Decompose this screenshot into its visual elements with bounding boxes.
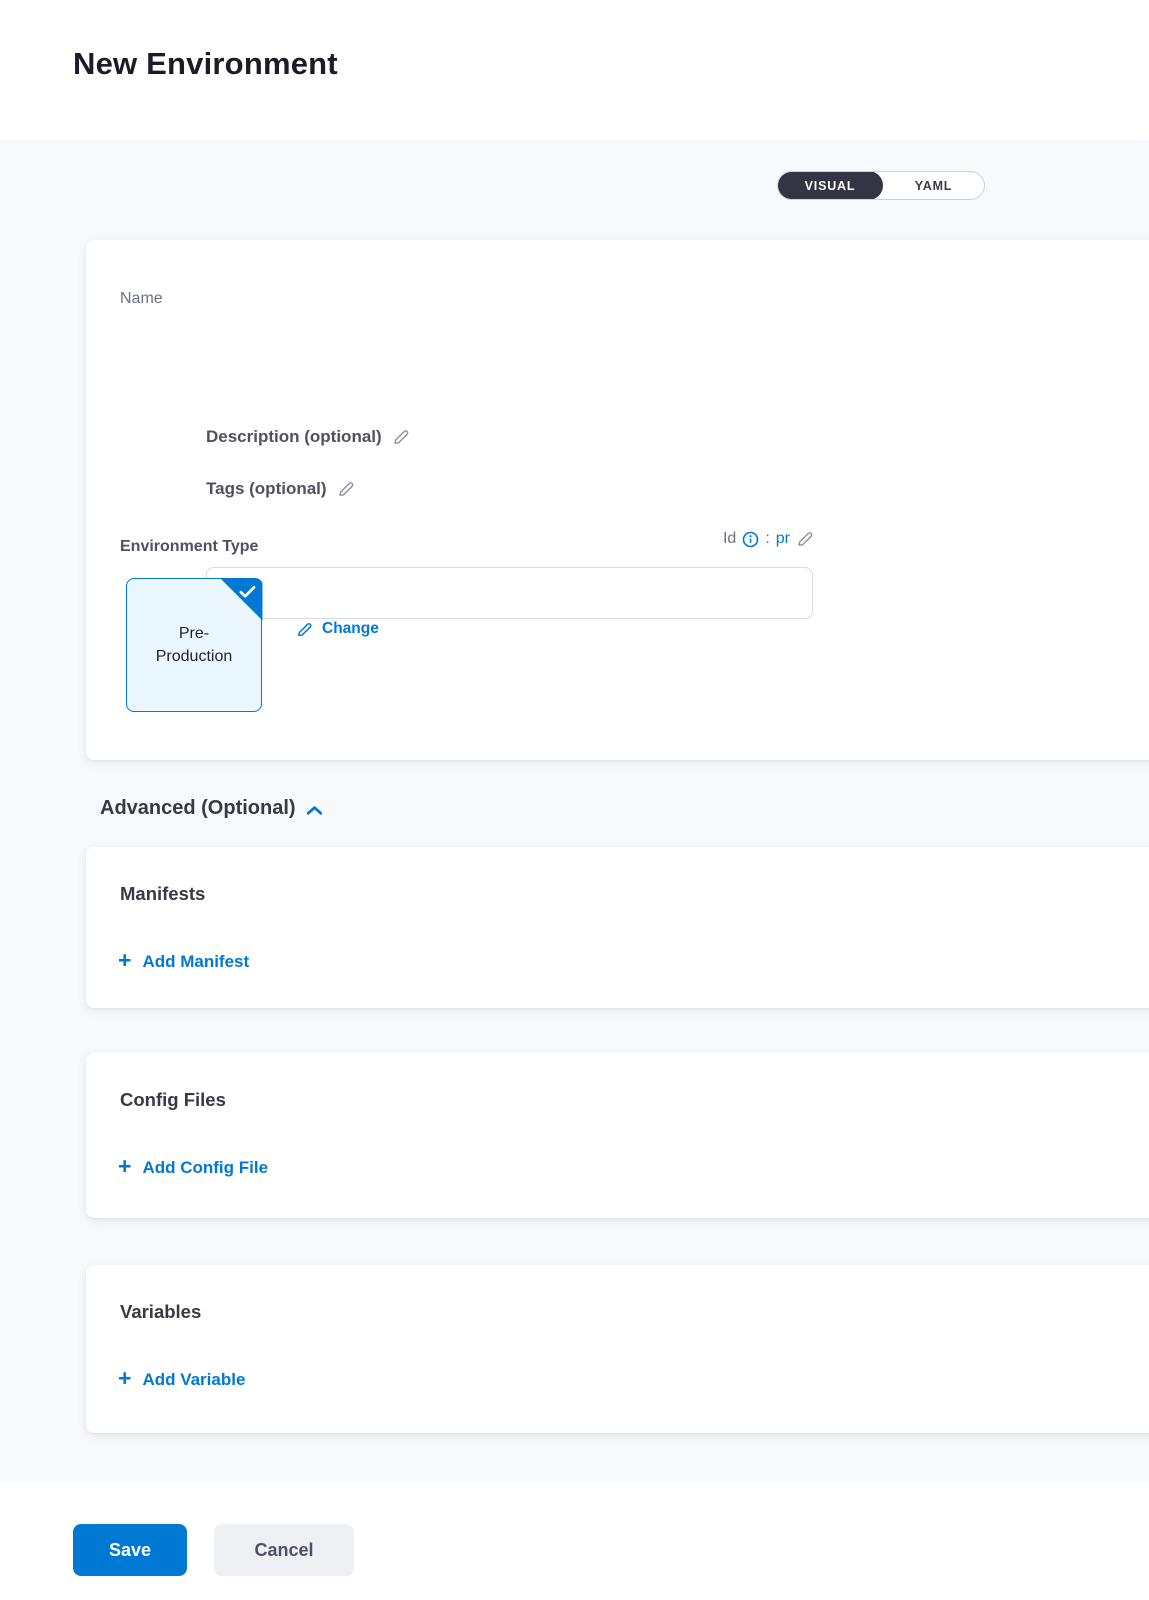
tags-label: Tags (optional) — [206, 479, 327, 499]
edit-description-pencil-icon[interactable] — [392, 428, 410, 446]
config-files-title: Config Files — [120, 1089, 226, 1111]
description-toggle[interactable]: Description (optional) — [206, 427, 410, 447]
toggle-visual[interactable]: VISUAL — [777, 171, 883, 200]
id-value: pr — [776, 530, 790, 548]
variables-title: Variables — [120, 1301, 201, 1323]
environment-type-value: Pre-Production — [127, 622, 261, 668]
add-variable-label: Add Variable — [142, 1370, 245, 1390]
advanced-optional-label: Advanced (Optional) — [100, 797, 296, 820]
id-row: Id : pr — [516, 528, 814, 550]
info-icon[interactable] — [742, 531, 759, 548]
plus-icon: + — [118, 949, 131, 972]
description-label: Description (optional) — [206, 427, 382, 447]
add-manifest-button[interactable]: + Add Manifest — [118, 951, 249, 972]
environment-form-card: Name Id : pr Description (optional) — [86, 240, 1149, 760]
name-input[interactable] — [206, 567, 813, 619]
toggle-yaml[interactable]: YAML — [883, 172, 984, 199]
save-button[interactable]: Save — [73, 1524, 187, 1576]
add-manifest-label: Add Manifest — [142, 952, 249, 972]
cancel-button[interactable]: Cancel — [214, 1524, 354, 1576]
new-environment-page: New Environment VISUAL YAML Name Id : pr — [0, 0, 1149, 1600]
check-icon — [239, 585, 256, 599]
manifests-card: Manifests + Add Manifest — [86, 847, 1149, 1008]
add-config-file-button[interactable]: + Add Config File — [118, 1157, 268, 1178]
chevron-up-icon — [307, 806, 322, 815]
plus-icon: + — [118, 1155, 131, 1178]
advanced-optional-toggle[interactable]: Advanced (Optional) — [100, 797, 322, 820]
id-prefix-label: Id — [723, 530, 736, 548]
edit-tags-pencil-icon[interactable] — [337, 480, 355, 498]
change-environment-type-link[interactable]: Change — [296, 620, 379, 638]
change-link-label: Change — [322, 620, 379, 638]
change-pencil-icon — [296, 621, 313, 638]
name-label: Name — [120, 290, 163, 308]
edit-id-pencil-icon[interactable] — [796, 530, 814, 548]
add-config-file-label: Add Config File — [142, 1158, 268, 1178]
page-title: New Environment — [73, 46, 338, 82]
config-files-card: Config Files + Add Config File — [86, 1053, 1149, 1218]
environment-type-tile-preproduction[interactable]: Pre-Production — [126, 578, 262, 712]
id-separator: : — [765, 530, 769, 548]
add-variable-button[interactable]: + Add Variable — [118, 1369, 245, 1390]
visual-yaml-toggle[interactable]: VISUAL YAML — [777, 171, 985, 200]
tags-toggle[interactable]: Tags (optional) — [206, 479, 355, 499]
environment-type-label: Environment Type — [120, 538, 258, 556]
manifests-title: Manifests — [120, 883, 205, 905]
plus-icon: + — [118, 1367, 131, 1390]
variables-card: Variables + Add Variable — [86, 1265, 1149, 1433]
